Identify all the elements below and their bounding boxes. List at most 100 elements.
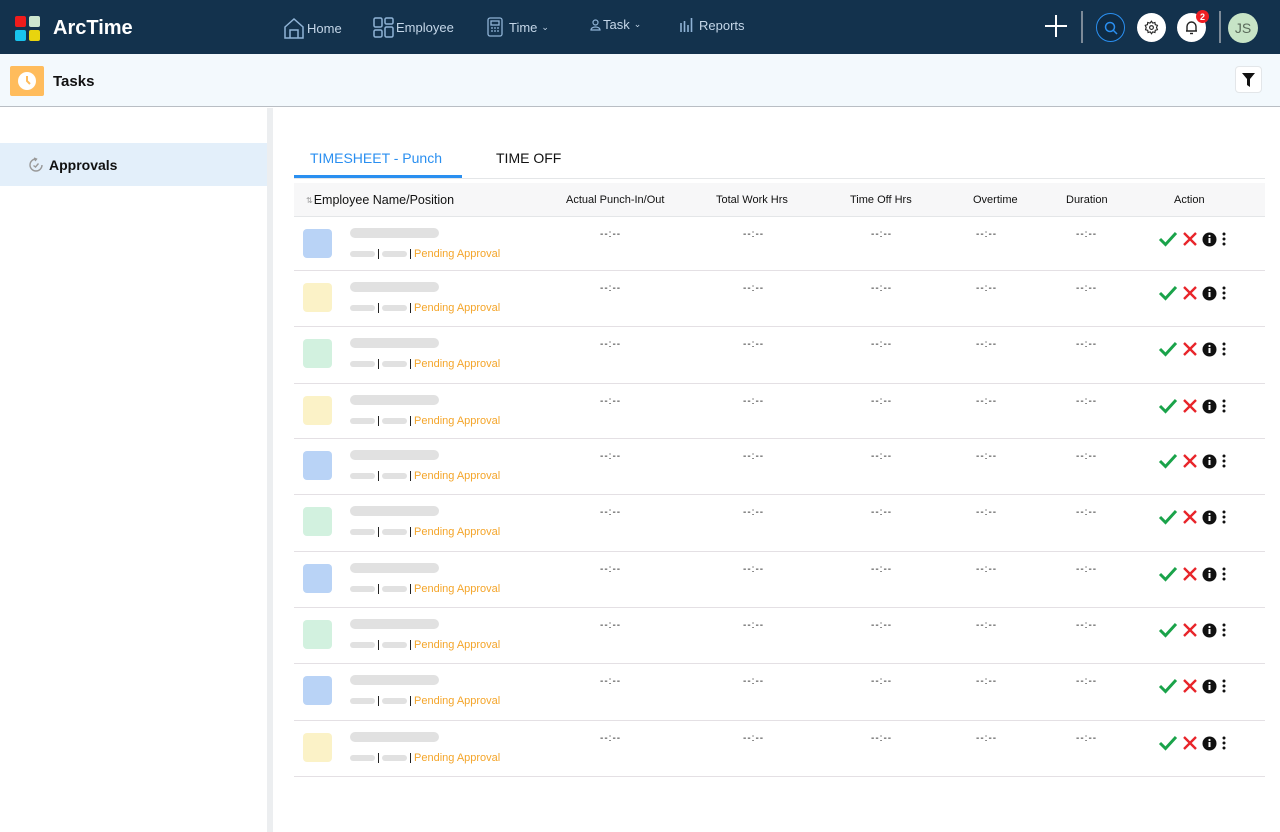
info-icon[interactable] xyxy=(1202,567,1217,582)
more-vertical-icon[interactable] xyxy=(1221,623,1227,637)
table-row[interactable]: Pending Approval --:-- --:-- --:-- --:--… xyxy=(294,217,1265,271)
reject-x-icon[interactable] xyxy=(1182,231,1198,247)
sidebar-item-approvals[interactable]: Approvals xyxy=(0,143,267,186)
table-row[interactable]: Pending Approval --:-- --:-- --:-- --:--… xyxy=(294,439,1265,495)
info-icon[interactable] xyxy=(1202,286,1217,301)
approve-check-icon[interactable] xyxy=(1158,735,1178,751)
approve-check-icon[interactable] xyxy=(1158,453,1178,469)
duration-value: --:-- xyxy=(1076,229,1098,240)
reject-x-icon[interactable] xyxy=(1182,566,1198,582)
column-header-employee[interactable]: ⇅ Employee Name/Position xyxy=(306,193,454,207)
approve-check-icon[interactable] xyxy=(1158,509,1178,525)
nav-employee[interactable]: Employee xyxy=(373,17,454,38)
more-vertical-icon[interactable] xyxy=(1221,342,1227,356)
reject-x-icon[interactable] xyxy=(1182,678,1198,694)
more-vertical-icon[interactable] xyxy=(1221,454,1227,468)
notification-badge: 2 xyxy=(1196,10,1209,23)
separator xyxy=(410,696,411,706)
tab-time-off[interactable]: TIME OFF xyxy=(496,150,561,166)
duration-value: --:-- xyxy=(1076,396,1098,407)
reject-x-icon[interactable] xyxy=(1182,509,1198,525)
table-row[interactable]: Pending Approval --:-- --:-- --:-- --:--… xyxy=(294,664,1265,721)
employee-meta: Pending Approval xyxy=(350,526,500,538)
approve-check-icon[interactable] xyxy=(1158,678,1178,694)
table-row[interactable]: Pending Approval --:-- --:-- --:-- --:--… xyxy=(294,721,1265,777)
info-icon[interactable] xyxy=(1202,342,1217,357)
separator xyxy=(378,359,379,369)
approve-check-icon[interactable] xyxy=(1158,398,1178,414)
more-vertical-icon[interactable] xyxy=(1221,679,1227,693)
punch-in-out-value: --:-- xyxy=(600,396,622,407)
department-placeholder xyxy=(382,305,407,311)
reject-x-icon[interactable] xyxy=(1182,398,1198,414)
info-icon[interactable] xyxy=(1202,510,1217,525)
department-placeholder xyxy=(382,251,407,257)
separator xyxy=(410,359,411,369)
info-icon[interactable] xyxy=(1202,399,1217,414)
nav-task[interactable]: Task ⌄ xyxy=(590,17,641,32)
sort-icon[interactable]: ⇅ xyxy=(306,196,313,205)
search-button[interactable] xyxy=(1096,13,1125,42)
table-row[interactable]: Pending Approval --:-- --:-- --:-- --:--… xyxy=(294,384,1265,439)
page-title: Tasks xyxy=(53,73,95,90)
approve-check-icon[interactable] xyxy=(1158,285,1178,301)
person-icon xyxy=(590,18,601,31)
reject-x-icon[interactable] xyxy=(1182,285,1198,301)
total-work-hrs-value: --:-- xyxy=(743,676,765,687)
app-logo[interactable] xyxy=(15,16,41,42)
punch-in-out-value: --:-- xyxy=(600,620,622,631)
approve-check-icon[interactable] xyxy=(1158,622,1178,638)
table-row[interactable]: Pending Approval --:-- --:-- --:-- --:--… xyxy=(294,495,1265,552)
more-vertical-icon[interactable] xyxy=(1221,736,1227,750)
row-actions xyxy=(1158,231,1227,247)
table-row[interactable]: Pending Approval --:-- --:-- --:-- --:--… xyxy=(294,608,1265,664)
more-vertical-icon[interactable] xyxy=(1221,286,1227,300)
more-vertical-icon[interactable] xyxy=(1221,567,1227,581)
employee-meta: Pending Approval xyxy=(350,639,500,651)
nav-home[interactable]: Home xyxy=(283,17,342,39)
nav-home-label: Home xyxy=(307,20,342,36)
separator xyxy=(378,527,379,537)
employee-name-placeholder xyxy=(350,563,439,573)
employee-avatar xyxy=(303,396,332,425)
approve-check-icon[interactable] xyxy=(1158,341,1178,357)
reject-x-icon[interactable] xyxy=(1182,622,1198,638)
info-icon[interactable] xyxy=(1202,736,1217,751)
info-icon[interactable] xyxy=(1202,679,1217,694)
more-vertical-icon[interactable] xyxy=(1221,399,1227,413)
sidebar-resize-handle[interactable] xyxy=(267,108,273,832)
nav-reports[interactable]: Reports xyxy=(679,17,745,33)
employee-avatar xyxy=(303,229,332,258)
reject-x-icon[interactable] xyxy=(1182,453,1198,469)
info-icon[interactable] xyxy=(1202,454,1217,469)
time-off-hrs-value: --:-- xyxy=(871,451,893,462)
total-work-hrs-value: --:-- xyxy=(743,396,765,407)
column-header-total-work: Total Work Hrs xyxy=(716,194,788,206)
add-icon[interactable] xyxy=(1043,13,1069,39)
reject-x-icon[interactable] xyxy=(1182,735,1198,751)
position-placeholder xyxy=(350,473,375,479)
overtime-value: --:-- xyxy=(976,451,998,462)
department-placeholder xyxy=(382,529,407,535)
employee-name-placeholder xyxy=(350,282,439,292)
info-icon[interactable] xyxy=(1202,232,1217,247)
employee-meta: Pending Approval xyxy=(350,358,500,370)
table-row[interactable]: Pending Approval --:-- --:-- --:-- --:--… xyxy=(294,327,1265,384)
overtime-value: --:-- xyxy=(976,733,998,744)
department-placeholder xyxy=(382,642,407,648)
filter-button[interactable] xyxy=(1235,66,1262,93)
tab-timesheet-punch[interactable]: TIMESHEET - Punch xyxy=(310,150,442,166)
reject-x-icon[interactable] xyxy=(1182,341,1198,357)
approve-check-icon[interactable] xyxy=(1158,231,1178,247)
table-row[interactable]: Pending Approval --:-- --:-- --:-- --:--… xyxy=(294,271,1265,327)
settings-button[interactable] xyxy=(1137,13,1166,42)
info-icon[interactable] xyxy=(1202,623,1217,638)
user-avatar[interactable]: JS xyxy=(1228,13,1258,43)
status-badge: Pending Approval xyxy=(414,752,501,764)
more-vertical-icon[interactable] xyxy=(1221,232,1227,246)
status-badge: Pending Approval xyxy=(414,358,501,370)
nav-time[interactable]: Time ⌄ xyxy=(487,17,549,37)
more-vertical-icon[interactable] xyxy=(1221,510,1227,524)
table-row[interactable]: Pending Approval --:-- --:-- --:-- --:--… xyxy=(294,552,1265,608)
approve-check-icon[interactable] xyxy=(1158,566,1178,582)
